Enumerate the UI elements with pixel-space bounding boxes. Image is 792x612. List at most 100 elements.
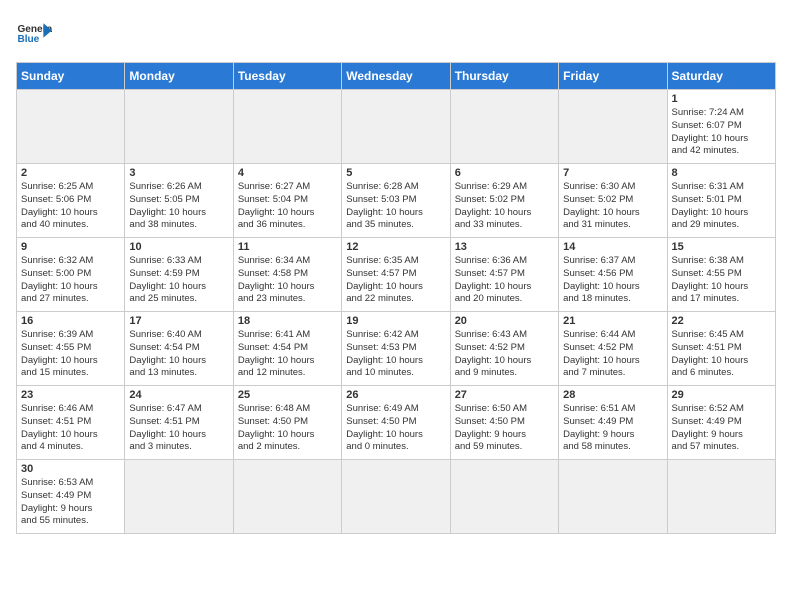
calendar-cell: 8 Sunrise: 6:31 AM Sunset: 5:01 PM Daylig… (667, 164, 775, 238)
calendar-cell: 5 Sunrise: 6:28 AM Sunset: 5:03 PM Daylig… (342, 164, 450, 238)
calendar-cell: 23 Sunrise: 6:46 AM Sunset: 4:51 PM Dayli… (17, 386, 125, 460)
day-info: Sunrise: 6:25 AM Sunset: 5:06 PM Dayligh… (21, 181, 120, 232)
day-number: 13 (455, 241, 554, 253)
day-info: Sunrise: 6:27 AM Sunset: 5:04 PM Dayligh… (238, 181, 337, 232)
weekday-header-monday: Monday (125, 63, 233, 90)
day-info: Sunrise: 7:24 AM Sunset: 6:07 PM Dayligh… (672, 107, 771, 158)
calendar-cell (125, 90, 233, 164)
day-number: 7 (563, 167, 662, 179)
day-number: 24 (129, 389, 228, 401)
weekday-header-saturday: Saturday (667, 63, 775, 90)
calendar-body: 1 Sunrise: 7:24 AM Sunset: 6:07 PM Daylig… (17, 90, 776, 534)
weekday-header-row: SundayMondayTuesdayWednesdayThursdayFrid… (17, 63, 776, 90)
calendar-cell (233, 90, 341, 164)
day-info: Sunrise: 6:39 AM Sunset: 4:55 PM Dayligh… (21, 329, 120, 380)
calendar-cell: 25 Sunrise: 6:48 AM Sunset: 4:50 PM Dayli… (233, 386, 341, 460)
week-row-5: 30Sunrise: 6:53 AM Sunset: 4:49 PM Dayli… (17, 460, 776, 534)
calendar-cell: 26 Sunrise: 6:49 AM Sunset: 4:50 PM Dayli… (342, 386, 450, 460)
day-number: 10 (129, 241, 228, 253)
day-info: Sunrise: 6:34 AM Sunset: 4:58 PM Dayligh… (238, 255, 337, 306)
day-number: 15 (672, 241, 771, 253)
calendar-cell: 27Sunrise: 6:50 AM Sunset: 4:50 PM Dayli… (450, 386, 558, 460)
week-row-0: 1 Sunrise: 7:24 AM Sunset: 6:07 PM Daylig… (17, 90, 776, 164)
day-number: 12 (346, 241, 445, 253)
day-info: Sunrise: 6:36 AM Sunset: 4:57 PM Dayligh… (455, 255, 554, 306)
day-info: Sunrise: 6:30 AM Sunset: 5:02 PM Dayligh… (563, 181, 662, 232)
week-row-3: 16 Sunrise: 6:39 AM Sunset: 4:55 PM Dayli… (17, 312, 776, 386)
day-info: Sunrise: 6:41 AM Sunset: 4:54 PM Dayligh… (238, 329, 337, 380)
day-info: Sunrise: 6:49 AM Sunset: 4:50 PM Dayligh… (346, 403, 445, 454)
day-info: Sunrise: 6:29 AM Sunset: 5:02 PM Dayligh… (455, 181, 554, 232)
calendar-cell (125, 460, 233, 534)
week-row-2: 9Sunrise: 6:32 AM Sunset: 5:00 PM Daylig… (17, 238, 776, 312)
weekday-header-thursday: Thursday (450, 63, 558, 90)
day-info: Sunrise: 6:33 AM Sunset: 4:59 PM Dayligh… (129, 255, 228, 306)
weekday-header-tuesday: Tuesday (233, 63, 341, 90)
weekday-header-friday: Friday (559, 63, 667, 90)
day-number: 11 (238, 241, 337, 253)
logo: General Blue (16, 16, 52, 52)
day-number: 20 (455, 315, 554, 327)
day-info: Sunrise: 6:31 AM Sunset: 5:01 PM Dayligh… (672, 181, 771, 232)
calendar-cell (233, 460, 341, 534)
week-row-4: 23 Sunrise: 6:46 AM Sunset: 4:51 PM Dayli… (17, 386, 776, 460)
day-number: 26 (346, 389, 445, 401)
day-number: 2 (21, 167, 120, 179)
day-number: 22 (672, 315, 771, 327)
day-number: 3 (129, 167, 228, 179)
day-info: Sunrise: 6:40 AM Sunset: 4:54 PM Dayligh… (129, 329, 228, 380)
calendar-cell: 18 Sunrise: 6:41 AM Sunset: 4:54 PM Dayli… (233, 312, 341, 386)
day-number: 9 (21, 241, 120, 253)
calendar-cell: 12 Sunrise: 6:35 AM Sunset: 4:57 PM Dayli… (342, 238, 450, 312)
day-number: 23 (21, 389, 120, 401)
calendar-cell: 21 Sunrise: 6:44 AM Sunset: 4:52 PM Dayli… (559, 312, 667, 386)
calendar-cell: 22 Sunrise: 6:45 AM Sunset: 4:51 PM Dayli… (667, 312, 775, 386)
calendar-cell: 2 Sunrise: 6:25 AM Sunset: 5:06 PM Daylig… (17, 164, 125, 238)
day-number: 28 (563, 389, 662, 401)
calendar-cell: 3Sunrise: 6:26 AM Sunset: 5:05 PM Daylig… (125, 164, 233, 238)
calendar-cell (342, 460, 450, 534)
day-info: Sunrise: 6:53 AM Sunset: 4:49 PM Dayligh… (21, 477, 120, 528)
calendar-cell: 16 Sunrise: 6:39 AM Sunset: 4:55 PM Dayli… (17, 312, 125, 386)
day-info: Sunrise: 6:51 AM Sunset: 4:49 PM Dayligh… (563, 403, 662, 454)
calendar-cell: 24 Sunrise: 6:47 AM Sunset: 4:51 PM Dayli… (125, 386, 233, 460)
calendar-cell: 7 Sunrise: 6:30 AM Sunset: 5:02 PM Daylig… (559, 164, 667, 238)
calendar-cell (342, 90, 450, 164)
day-number: 16 (21, 315, 120, 327)
calendar-cell: 17Sunrise: 6:40 AM Sunset: 4:54 PM Dayli… (125, 312, 233, 386)
day-number: 25 (238, 389, 337, 401)
day-number: 19 (346, 315, 445, 327)
day-number: 29 (672, 389, 771, 401)
calendar-cell (450, 460, 558, 534)
calendar-cell: 28 Sunrise: 6:51 AM Sunset: 4:49 PM Dayli… (559, 386, 667, 460)
calendar-cell: 15 Sunrise: 6:38 AM Sunset: 4:55 PM Dayli… (667, 238, 775, 312)
calendar-cell: 10 Sunrise: 6:33 AM Sunset: 4:59 PM Dayli… (125, 238, 233, 312)
calendar-cell: 19Sunrise: 6:42 AM Sunset: 4:53 PM Dayli… (342, 312, 450, 386)
calendar-cell: 14Sunrise: 6:37 AM Sunset: 4:56 PM Dayli… (559, 238, 667, 312)
logo-icon: General Blue (16, 16, 52, 52)
day-info: Sunrise: 6:38 AM Sunset: 4:55 PM Dayligh… (672, 255, 771, 306)
calendar-cell (559, 460, 667, 534)
day-info: Sunrise: 6:46 AM Sunset: 4:51 PM Dayligh… (21, 403, 120, 454)
day-info: Sunrise: 6:44 AM Sunset: 4:52 PM Dayligh… (563, 329, 662, 380)
calendar-header: General Blue (16, 16, 776, 52)
day-number: 21 (563, 315, 662, 327)
weekday-header-sunday: Sunday (17, 63, 125, 90)
day-info: Sunrise: 6:35 AM Sunset: 4:57 PM Dayligh… (346, 255, 445, 306)
calendar-cell (450, 90, 558, 164)
day-info: Sunrise: 6:52 AM Sunset: 4:49 PM Dayligh… (672, 403, 771, 454)
day-info: Sunrise: 6:28 AM Sunset: 5:03 PM Dayligh… (346, 181, 445, 232)
day-info: Sunrise: 6:47 AM Sunset: 4:51 PM Dayligh… (129, 403, 228, 454)
calendar-cell: 4Sunrise: 6:27 AM Sunset: 5:04 PM Daylig… (233, 164, 341, 238)
calendar-cell: 13 Sunrise: 6:36 AM Sunset: 4:57 PM Dayli… (450, 238, 558, 312)
day-number: 1 (672, 93, 771, 105)
day-number: 8 (672, 167, 771, 179)
calendar-cell: 1 Sunrise: 7:24 AM Sunset: 6:07 PM Daylig… (667, 90, 775, 164)
svg-text:Blue: Blue (17, 34, 39, 45)
day-number: 18 (238, 315, 337, 327)
day-info: Sunrise: 6:48 AM Sunset: 4:50 PM Dayligh… (238, 403, 337, 454)
day-info: Sunrise: 6:50 AM Sunset: 4:50 PM Dayligh… (455, 403, 554, 454)
day-number: 5 (346, 167, 445, 179)
week-row-1: 2 Sunrise: 6:25 AM Sunset: 5:06 PM Daylig… (17, 164, 776, 238)
day-info: Sunrise: 6:45 AM Sunset: 4:51 PM Dayligh… (672, 329, 771, 380)
